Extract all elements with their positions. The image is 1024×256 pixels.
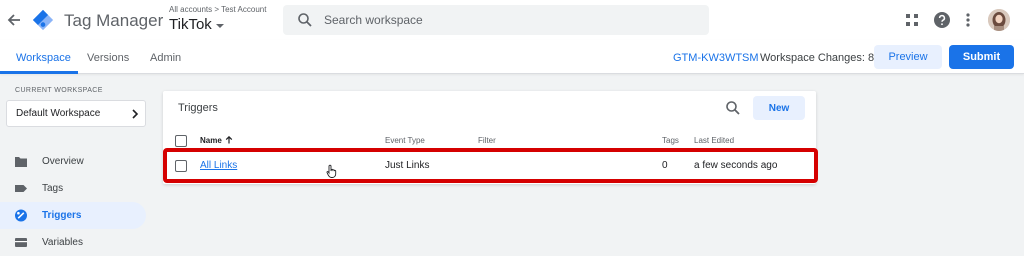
workspace-selector[interactable]: Default Workspace [6, 100, 146, 127]
app-title: Tag Manager [64, 11, 164, 30]
sidebar-item-label: Overview [42, 156, 84, 167]
table-row[interactable]: All Links Just Links 0 a few seconds ago [163, 148, 816, 180]
select-all-checkbox[interactable] [175, 135, 187, 147]
column-header-event-type: Event Type [385, 136, 425, 145]
tab-versions[interactable]: Versions [87, 52, 129, 64]
tab-workspace[interactable]: Workspace [16, 52, 71, 64]
overview-icon [15, 157, 27, 167]
triggers-card: Triggers New Name Event Type Filter Tags… [163, 91, 816, 184]
row-checkbox[interactable] [175, 160, 187, 172]
preview-button[interactable]: Preview [874, 45, 942, 69]
sidebar-item-label: Triggers [42, 210, 82, 221]
workspace-changes: Workspace Changes: 8 [760, 52, 875, 64]
sidebar-item-variables[interactable]: Variables [0, 229, 146, 256]
trigger-icon [15, 209, 27, 222]
column-header-tags: Tags [662, 136, 679, 145]
tag-icon [15, 185, 27, 192]
sort-ascending-icon [225, 136, 233, 144]
current-workspace-label: CURRENT WORKSPACE [15, 87, 103, 94]
search-icon [298, 13, 312, 27]
search-bar[interactable]: Search workspace [283, 5, 709, 35]
new-trigger-button[interactable]: New [753, 96, 805, 120]
top-app-bar: Tag Manager All accounts > Test Account … [0, 0, 1024, 40]
tag-manager-logo-icon [32, 9, 54, 31]
trigger-tags-count: 0 [662, 160, 668, 171]
trigger-name-link[interactable]: All Links [200, 160, 237, 171]
back-arrow-icon[interactable] [4, 10, 24, 30]
breadcrumb[interactable]: All accounts > Test Account [169, 5, 266, 14]
submit-button[interactable]: Submit [949, 45, 1014, 69]
card-title: Triggers [178, 102, 218, 114]
active-tab-indicator [0, 71, 78, 74]
sidebar-item-triggers[interactable]: Triggers [0, 202, 146, 229]
container-selector[interactable]: TikTok [169, 16, 224, 33]
more-vert-icon[interactable] [961, 11, 975, 29]
sidebar-item-tags[interactable]: Tags [0, 175, 146, 202]
sidebar-item-overview[interactable]: Overview [0, 148, 146, 175]
avatar[interactable] [988, 9, 1010, 31]
sidebar-item-label: Variables [42, 237, 83, 248]
hand-cursor-icon [326, 164, 337, 178]
sidebar-item-label: Tags [42, 183, 64, 194]
search-icon[interactable] [725, 100, 741, 116]
column-header-name[interactable]: Name [200, 136, 233, 145]
column-header-last-edited: Last Edited [694, 136, 735, 145]
column-header-filter: Filter [478, 136, 496, 145]
help-icon[interactable] [933, 11, 951, 29]
workspace-name: Default Workspace [16, 108, 101, 119]
apps-grid-icon[interactable] [904, 12, 920, 28]
container-name: TikTok [169, 16, 212, 33]
trigger-event-type: Just Links [385, 160, 430, 171]
search-placeholder: Search workspace [324, 13, 423, 27]
trigger-last-edited: a few seconds ago [694, 160, 778, 171]
tab-admin[interactable]: Admin [150, 52, 181, 64]
variables-icon [15, 238, 27, 247]
chevron-right-icon [132, 109, 139, 119]
caret-down-icon [215, 23, 224, 28]
container-id[interactable]: GTM-KW3WTSM [673, 52, 759, 64]
workspace-nav-bar: Workspace Versions Admin GTM-KW3WTSM Wor… [0, 40, 1024, 74]
